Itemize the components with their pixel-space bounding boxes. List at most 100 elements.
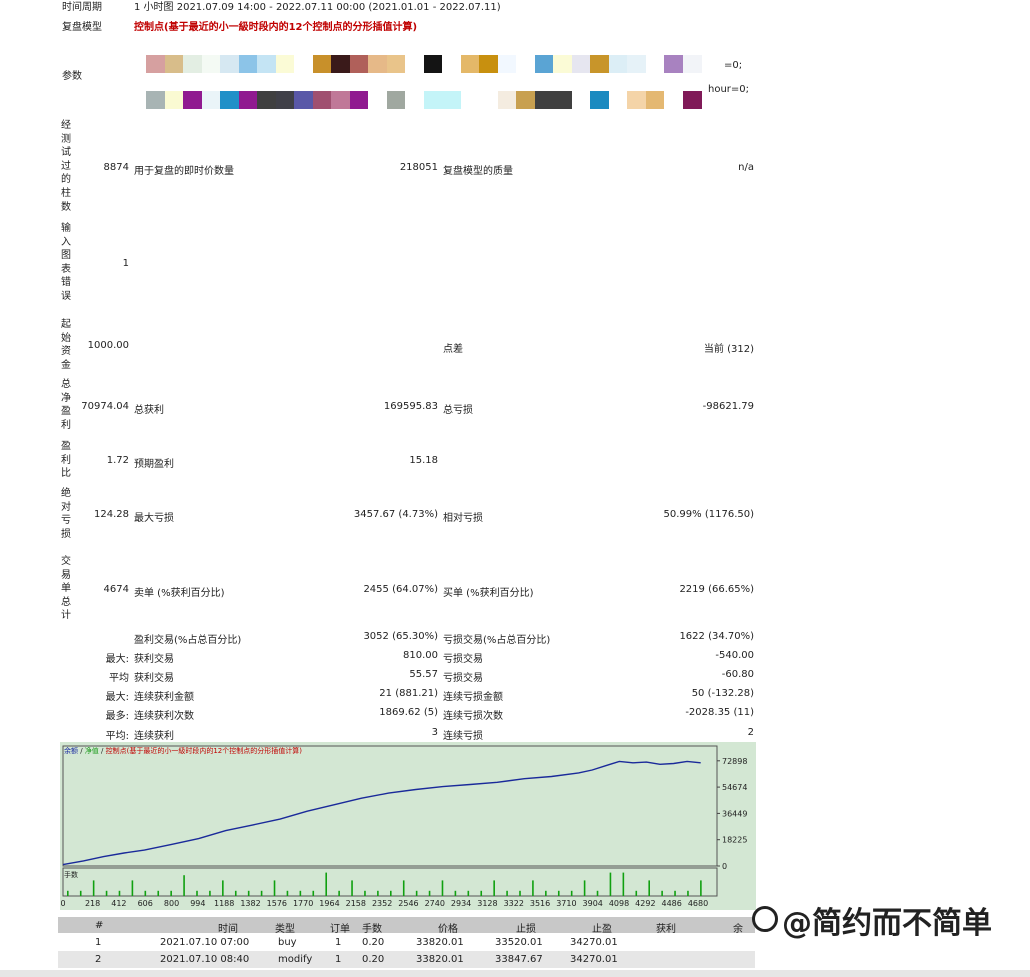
table-cell: 0.20 (362, 954, 385, 965)
param-swatch (201, 91, 221, 109)
param-swatch (571, 91, 591, 109)
param-swatch (664, 55, 683, 73)
volume-bar (222, 880, 224, 896)
param-swatch (497, 91, 517, 109)
param-swatch (516, 91, 535, 109)
volume-bar (286, 890, 289, 896)
x-tick-label: 1576 (267, 899, 287, 908)
table-header-cell: 获利 (656, 924, 676, 935)
table-header-cell: 时间 (218, 924, 238, 935)
avg-cons-losses-value: 2 (747, 727, 754, 738)
avg-cons-prefix: 平均: (105, 731, 129, 742)
y-tick-label: 36449 (722, 809, 747, 818)
ticks-value: 218051 (399, 162, 438, 173)
maximal-prefix: 最多: (105, 711, 129, 722)
x-tick-label: 4098 (609, 899, 629, 908)
param-swatch (386, 55, 406, 73)
volume-bar (144, 890, 147, 896)
gross-loss-value: -98621.79 (702, 401, 754, 412)
avg-profit-label: 获利交易 (134, 673, 174, 684)
table-cell: 2021.07.10 07:00 (160, 937, 250, 948)
volume-bar (273, 880, 276, 896)
volume-bar (299, 890, 302, 896)
x-tick-label: 2740 (425, 899, 445, 908)
param-swatch (442, 91, 461, 109)
volume-bar (118, 890, 121, 896)
table-cell: 33520.01 (495, 937, 543, 948)
errors-value: 1 (122, 258, 129, 269)
max-dd-value: 3457.67 (4.73%) (353, 509, 438, 520)
avg-profit-value: 55.57 (409, 669, 438, 680)
x-tick-label: 3904 (583, 899, 603, 908)
param-swatch (294, 55, 313, 73)
long-value: 2219 (66.65%) (679, 584, 754, 595)
max-prefix: 最大: (105, 692, 129, 703)
param-swatch (516, 55, 535, 73)
param-swatch (627, 55, 646, 73)
watermark-text: @简约而不简单 (782, 906, 992, 941)
param-swatch (349, 91, 369, 109)
volume-bar (532, 880, 534, 896)
param-swatch (405, 55, 424, 73)
volume-bar (402, 880, 405, 896)
long-label: 买单 (%获利百分比) (443, 588, 534, 599)
table-cell: 34270.01 (570, 954, 618, 965)
param-swatch (164, 91, 184, 109)
maximal-cons-loss-label: 连续亏损次数 (443, 711, 503, 722)
volume-bar (583, 880, 586, 896)
largest-profit-value: 810.00 (403, 650, 438, 661)
table-cell: 1 (335, 954, 342, 965)
volume-bar (338, 890, 340, 896)
params-label: 参数 (62, 71, 82, 82)
table-header-cell: 余 (733, 924, 743, 935)
param-swatch (608, 91, 628, 109)
max-cons-wins-label: 连续获利金额 (134, 692, 194, 703)
gross-profit-value: 169595.83 (383, 401, 438, 412)
balance-chart: 余额 / 净值 / 控制点(基于最近的小一級时段内的12个控制点的分形插值计算)… (60, 742, 756, 910)
param-swatch (275, 55, 295, 73)
param-swatch (349, 55, 369, 73)
short-label: 卖单 (%获利百分比) (134, 588, 225, 599)
volume-bar (364, 890, 366, 896)
x-tick-label: 412 (111, 899, 126, 908)
short-value: 2455 (64.07%) (363, 584, 438, 595)
avg-loss-value: -60.80 (721, 669, 754, 680)
param-swatch (238, 55, 258, 73)
volume-bar (325, 872, 327, 896)
param-swatch (146, 91, 165, 109)
volume-bar (441, 880, 444, 896)
average-prefix: 平均 (109, 673, 129, 684)
bottom-scrollbar[interactable] (0, 970, 1030, 977)
param-swatch (368, 91, 387, 109)
param-swatch (201, 55, 221, 73)
balance-line (62, 760, 701, 866)
avg-cons-wins-value: 3 (431, 727, 438, 738)
param-swatch (368, 55, 387, 73)
watermark-logo-icon (752, 906, 778, 932)
x-tick-label: 2546 (398, 899, 418, 908)
param-swatch (460, 91, 480, 109)
param-swatch (682, 91, 702, 109)
y-tick-label: 0 (722, 862, 727, 871)
volume-bar (234, 890, 237, 896)
deposit-value: 1000.00 (87, 340, 129, 351)
maximal-cons-loss-value: -2028.35 (11) (685, 707, 754, 718)
param-swatch (608, 55, 628, 73)
table-header-cell: # (95, 920, 104, 931)
params-line-1-tail: =0; (724, 60, 743, 71)
x-tick-label: 3128 (477, 899, 497, 908)
period-label: 时间周期 (62, 2, 102, 13)
period-value: 1 小时图 2021.07.09 14:00 - 2022.07.11 00:0… (134, 2, 501, 13)
volume-bar (196, 890, 198, 896)
loss-trades-label: 亏损交易(%占总百分比) (443, 635, 551, 646)
x-tick-label: 2352 (372, 899, 392, 908)
param-swatch (553, 55, 572, 73)
profit-trades-label: 盈利交易(%占总百分比) (134, 635, 242, 646)
quality-value: n/a (738, 162, 754, 173)
param-swatch (627, 91, 646, 109)
param-swatch (534, 91, 554, 109)
param-swatch (479, 55, 498, 73)
avg-cons-losses-label: 连续亏损 (443, 731, 483, 742)
volume-bar (415, 890, 418, 896)
table-cell: buy (278, 937, 297, 948)
